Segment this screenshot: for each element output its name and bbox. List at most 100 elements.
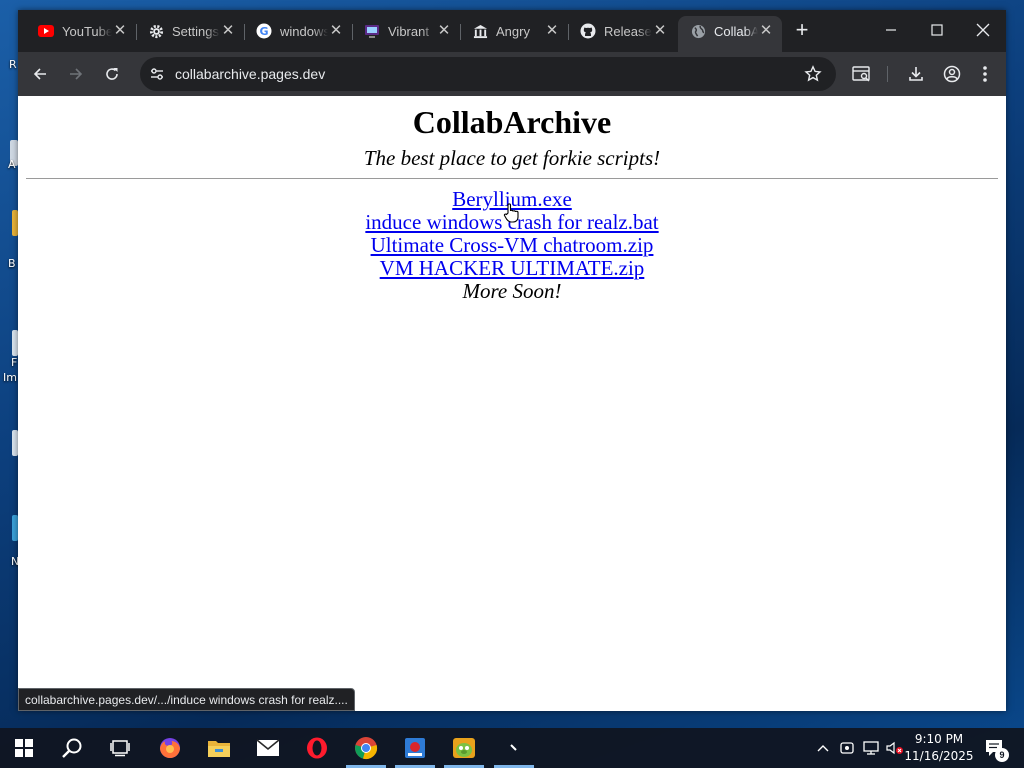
- gear-icon: [148, 23, 164, 39]
- close-icon[interactable]: ✕: [220, 23, 236, 39]
- tab-google-search[interactable]: G windows ✕: [244, 16, 352, 46]
- reload-button[interactable]: [98, 60, 126, 88]
- network-icon: [863, 741, 879, 755]
- tab-search-icon: [852, 66, 870, 82]
- tab-title: CollabArchive: [714, 23, 758, 39]
- tab-title: windows: [280, 23, 328, 39]
- desktop-icon-label: B: [8, 257, 16, 270]
- network-button[interactable]: [860, 728, 882, 768]
- chrome-button[interactable]: [342, 728, 390, 768]
- tab-settings[interactable]: Settings ✕: [136, 16, 244, 46]
- back-button[interactable]: [26, 60, 54, 88]
- kebab-menu-icon: [983, 66, 987, 82]
- google-icon: G: [256, 23, 272, 39]
- notification-count-badge: 9: [995, 748, 1009, 762]
- link-vm-hacker[interactable]: VM HACKER ULTIMATE.zip: [18, 257, 1006, 280]
- start-icon: [15, 739, 33, 757]
- app-icon: [510, 744, 517, 751]
- tab-youtube[interactable]: YouTube ✕: [26, 16, 136, 46]
- close-icon[interactable]: ✕: [436, 23, 452, 39]
- start-button[interactable]: [0, 728, 48, 768]
- browser-window: YouTube ✕ Settings ✕ G windows ✕ Vibrant…: [18, 10, 1006, 711]
- show-hidden-icons-button[interactable]: [812, 728, 834, 768]
- tab-title: YouTube: [62, 23, 112, 39]
- opera-icon: [307, 737, 327, 759]
- github-icon: [580, 23, 596, 39]
- close-icon: [976, 23, 990, 37]
- tab-collabarchive[interactable]: CollabArchive ✕: [678, 16, 782, 52]
- menu-button[interactable]: [971, 60, 999, 88]
- hand-cursor-icon: [503, 202, 521, 229]
- file-explorer-icon: [208, 741, 230, 757]
- close-icon[interactable]: ✕: [758, 23, 774, 39]
- taskbar-app[interactable]: [391, 728, 439, 768]
- mail-button[interactable]: [244, 728, 292, 768]
- tab-vibrant[interactable]: Vibrant ✕: [352, 16, 460, 46]
- new-tab-button[interactable]: +: [790, 19, 814, 43]
- opera-button[interactable]: [293, 728, 341, 768]
- chevron-up-icon: [817, 745, 829, 752]
- tab-strip: YouTube ✕ Settings ✕ G windows ✕ Vibrant…: [18, 10, 1006, 52]
- globe-icon: [690, 23, 706, 39]
- system-clock[interactable]: 9:10 PM 11/16/2025: [902, 731, 976, 765]
- vibrant-icon: [364, 23, 380, 39]
- museum-icon: [472, 23, 488, 39]
- tab-title: Settings: [172, 23, 219, 39]
- page-title: CollabArchive: [412, 104, 612, 140]
- maximize-icon: [931, 24, 943, 36]
- reload-icon: [106, 68, 118, 80]
- task-view-button[interactable]: [96, 728, 144, 768]
- tab-search-button[interactable]: [848, 60, 876, 88]
- firefox-button[interactable]: [146, 728, 194, 768]
- angry-birds-icon: [453, 738, 475, 758]
- address-bar[interactable]: collabarchive.pages.dev: [140, 57, 836, 91]
- url-text[interactable]: collabarchive.pages.dev: [175, 66, 325, 82]
- minimize-button[interactable]: [868, 10, 914, 50]
- maximize-button[interactable]: [914, 10, 960, 50]
- youtube-icon: [38, 23, 54, 39]
- search-button[interactable]: [48, 728, 96, 768]
- desktop-icon-label: R: [9, 58, 17, 71]
- page-tagline: The best place to get forkie scripts!: [363, 146, 661, 170]
- site-info-icon[interactable]: [149, 66, 165, 87]
- tab-title: Angry: [496, 23, 530, 39]
- profile-icon: [943, 65, 961, 83]
- close-window-button[interactable]: [960, 10, 1006, 50]
- tray-app-icon: [840, 742, 854, 754]
- tab-angry[interactable]: Angry ✕: [460, 16, 568, 46]
- action-center-button[interactable]: 9: [980, 728, 1010, 768]
- tab-releases[interactable]: Releases ✕: [568, 16, 676, 46]
- chrome-icon: [355, 737, 378, 760]
- file-explorer-button[interactable]: [195, 728, 243, 768]
- close-icon[interactable]: ✕: [112, 23, 128, 39]
- close-icon[interactable]: ✕: [544, 23, 560, 39]
- tab-title: Vibrant: [388, 23, 429, 39]
- horizontal-rule: [26, 178, 998, 179]
- taskbar-app[interactable]: [490, 728, 538, 768]
- bookmark-star-icon[interactable]: [804, 65, 822, 88]
- app-icon: [405, 738, 425, 758]
- back-arrow-icon: [33, 68, 46, 80]
- tab-title: Releases: [604, 23, 652, 39]
- mail-icon: [256, 739, 280, 756]
- tray-app-button[interactable]: [836, 728, 858, 768]
- close-icon[interactable]: ✕: [652, 23, 668, 39]
- toolbar-divider: [887, 66, 888, 82]
- web-page: CollabArchive The best place to get fork…: [18, 96, 1006, 711]
- more-soon-text: More Soon!: [462, 279, 562, 303]
- forward-arrow-icon: [70, 68, 83, 80]
- status-bar: collabarchive.pages.dev/.../induce windo…: [18, 688, 355, 711]
- task-view-icon: [110, 740, 130, 757]
- clock-time: 9:10 PM: [914, 732, 964, 746]
- close-icon[interactable]: ✕: [328, 23, 344, 39]
- svg-text:G: G: [259, 25, 268, 38]
- downloads-button[interactable]: [902, 60, 930, 88]
- desktop-icon-label: A: [8, 158, 16, 171]
- link-cross-vm-chatroom[interactable]: Ultimate Cross-VM chatroom.zip: [18, 234, 1006, 257]
- firefox-icon: [160, 738, 180, 758]
- profile-button[interactable]: [938, 60, 966, 88]
- angry-birds-button[interactable]: [440, 728, 488, 768]
- forward-button[interactable]: [62, 60, 90, 88]
- clock-date: 11/16/2025: [904, 749, 974, 763]
- desktop-icon-label: F: [11, 356, 18, 369]
